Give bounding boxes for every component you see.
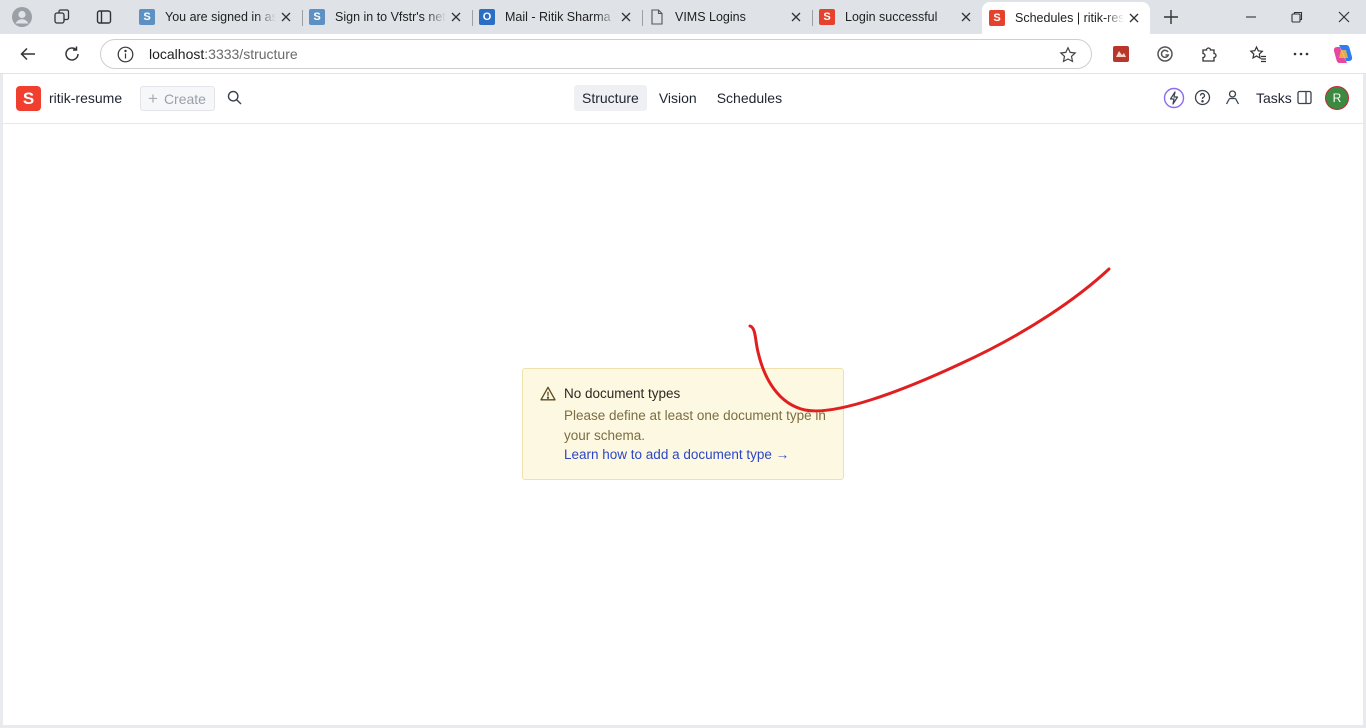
grammarly-icon[interactable] (1150, 39, 1180, 69)
profile-icon[interactable] (9, 5, 35, 29)
refresh-icon[interactable] (57, 39, 87, 69)
panel-toggle-icon[interactable] (1297, 90, 1312, 105)
url-text: localhost:3333/structure (149, 46, 298, 62)
help-icon[interactable] (1194, 89, 1211, 106)
outlook-icon: O (479, 9, 495, 25)
create-label: Create (163, 90, 206, 107)
close-icon[interactable] (616, 7, 636, 27)
sanity-tile-icon: S (309, 9, 325, 25)
site-info-icon[interactable] (117, 46, 134, 68)
minimize-icon[interactable] (1238, 5, 1264, 29)
close-icon[interactable] (276, 7, 296, 27)
tab-title: You are signed in as (165, 10, 276, 24)
project-name[interactable]: ritik-resume (49, 90, 122, 106)
browser-tab[interactable]: O Mail - Ritik Sharma - Outlook (472, 2, 643, 32)
tab-actions-icon[interactable] (91, 5, 117, 29)
browser-tab-active[interactable]: S Schedules | ritik-resume (982, 2, 1150, 34)
tab-title: Schedules | ritik-resume (1015, 11, 1124, 25)
more-options-icon[interactable] (1286, 39, 1316, 69)
new-tab-plus-icon[interactable] (1158, 5, 1184, 29)
warning-title: No document types (564, 386, 681, 401)
create-button[interactable]: + Create (140, 86, 215, 111)
presence-users-icon[interactable] (1224, 89, 1241, 106)
tasks-button[interactable]: Tasks (1256, 90, 1292, 106)
close-icon[interactable] (956, 7, 976, 27)
favorites-icon[interactable] (1243, 39, 1273, 69)
close-icon[interactable] (786, 7, 806, 27)
studio-navbar: S ritik-resume + Create Structure Vision… (3, 74, 1363, 124)
browser-tab[interactable]: S Login successful (812, 2, 982, 32)
warning-description: Please define at least one document type… (564, 408, 826, 443)
copilot-icon[interactable] (1328, 39, 1358, 69)
favorite-star-icon[interactable] (1059, 46, 1077, 69)
tab-title: Mail - Ritik Sharma - Outlook (505, 10, 616, 24)
lightning-icon[interactable] (1163, 87, 1185, 109)
tab-schedules[interactable]: Schedules (709, 85, 790, 111)
tab-structure[interactable]: Structure (574, 85, 647, 111)
back-arrow-icon[interactable] (13, 39, 43, 69)
search-icon[interactable] (227, 90, 242, 110)
tab-title: Sign in to Vfstr's network (335, 10, 446, 24)
sanity-logo-icon[interactable]: S (16, 86, 41, 111)
warning-triangle-icon (540, 386, 556, 406)
browser-tab-strip: S You are signed in as S Sign in to Vfst… (0, 0, 1366, 34)
close-icon[interactable] (446, 7, 466, 27)
browser-tab[interactable]: S Sign in to Vfstr's network (302, 2, 473, 32)
tool-tabs: Structure Vision Schedules (574, 85, 794, 111)
extension-app-icon[interactable] (1106, 39, 1136, 69)
restore-icon[interactable] (1284, 5, 1310, 29)
close-icon[interactable] (1124, 8, 1144, 28)
workspaces-icon[interactable] (49, 5, 75, 29)
address-bar[interactable]: localhost:3333/structure (100, 39, 1092, 69)
document-icon (649, 9, 665, 25)
learn-more-link[interactable]: Learn how to add a document type → (564, 447, 789, 462)
sanity-red-icon: S (989, 10, 1005, 26)
sanity-tile-icon: S (139, 9, 155, 25)
browser-toolbar: localhost:3333/structure (0, 34, 1366, 74)
warning-card: No document types Please define at least… (522, 368, 844, 480)
user-avatar[interactable]: R (1325, 86, 1349, 110)
plus-icon: + (148, 89, 158, 108)
sanity-red-icon: S (819, 9, 835, 25)
tab-title: Login successful (845, 10, 938, 24)
browser-tab[interactable]: S You are signed in as (132, 2, 303, 32)
tab-title: VIMS Logins (675, 10, 746, 24)
window-close-icon[interactable] (1331, 5, 1357, 29)
browser-tab[interactable]: VIMS Logins (642, 2, 813, 32)
tab-vision[interactable]: Vision (651, 85, 705, 111)
extensions-puzzle-icon[interactable] (1194, 39, 1224, 69)
